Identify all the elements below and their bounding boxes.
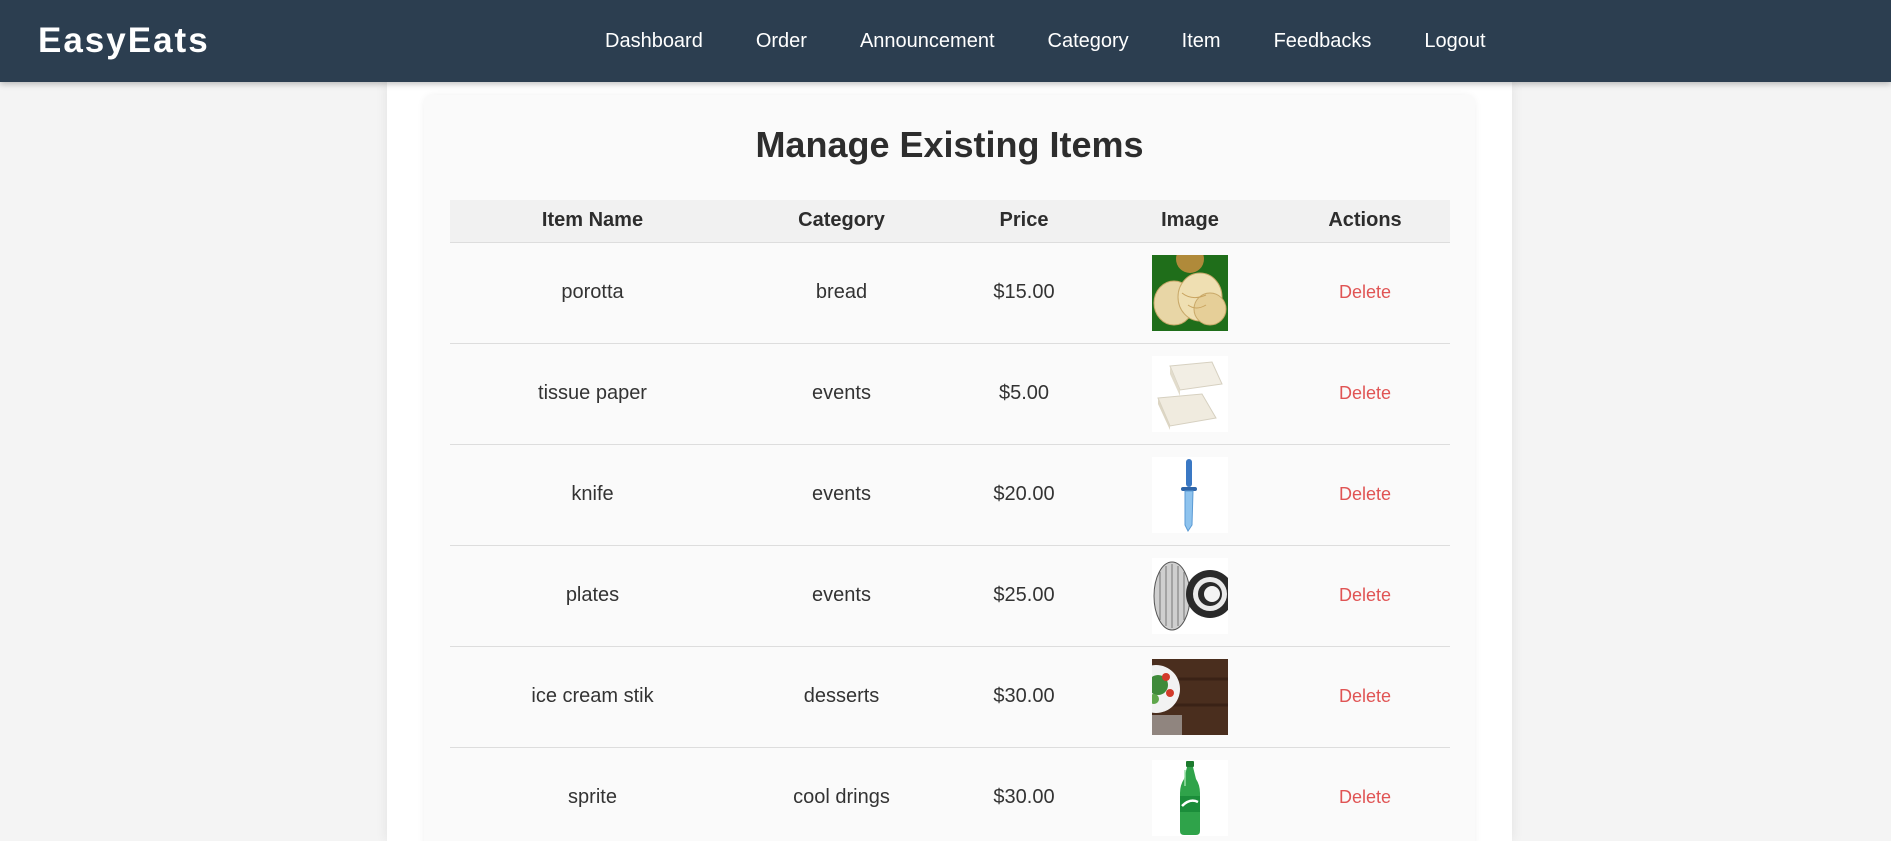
item-category: events [812, 584, 871, 606]
delete-button[interactable]: Delete [1339, 686, 1391, 706]
header-actions: Actions [1280, 200, 1450, 243]
items-table: Item Name Category Price Image Actions p… [450, 200, 1450, 841]
item-name: sprite [568, 786, 617, 808]
delete-button[interactable]: Delete [1339, 585, 1391, 605]
item-price: $20.00 [993, 483, 1055, 505]
item-price: $30.00 [993, 786, 1055, 808]
item-name: ice cream stik [531, 685, 654, 707]
table-row: plates events $25.00 Delete [450, 545, 1450, 646]
nav-order[interactable]: Order [756, 29, 807, 53]
nav-logout[interactable]: Logout [1424, 29, 1485, 53]
delete-button[interactable]: Delete [1339, 383, 1391, 403]
delete-button[interactable]: Delete [1339, 282, 1391, 302]
nav-category[interactable]: Category [1048, 29, 1129, 53]
item-category: desserts [803, 685, 880, 707]
item-category: cool drings [793, 786, 890, 808]
nav-dashboard[interactable]: Dashboard [605, 29, 703, 53]
salad-bowl-image [1152, 658, 1228, 735]
porotta-image [1152, 254, 1228, 331]
item-price: $15.00 [993, 281, 1055, 303]
tissue-paper-image [1152, 355, 1228, 432]
item-category: events [812, 382, 871, 404]
nav-feedbacks[interactable]: Feedbacks [1274, 29, 1372, 53]
header-price: Price [948, 200, 1100, 243]
item-price: $30.00 [993, 685, 1055, 707]
table-row: ice cream stik desserts $30.00 Delete [450, 646, 1450, 747]
page-title: Manage Existing Items [755, 124, 1144, 165]
item-category: events [812, 483, 871, 505]
table-row: knife events $20.00 Delete [450, 444, 1450, 545]
nav-announcement[interactable]: Announcement [860, 29, 995, 53]
delete-button[interactable]: Delete [1339, 484, 1391, 504]
table-row: porotta bread $15.00 Delete [450, 242, 1450, 343]
knife-image [1152, 456, 1228, 533]
item-name: porotta [561, 281, 624, 303]
item-price: $25.00 [993, 584, 1055, 606]
brand-logo[interactable]: EasyEats [38, 21, 210, 61]
table-row: sprite cool drings $30.00 Delete [450, 747, 1450, 841]
sprite-bottle-image [1152, 759, 1228, 836]
item-name: plates [565, 584, 620, 606]
item-category: bread [815, 281, 868, 303]
header-image: Image [1100, 200, 1280, 243]
items-panel: Manage Existing Items Item Name Category… [424, 95, 1475, 841]
delete-button[interactable]: Delete [1339, 787, 1391, 807]
top-navbar: EasyEats Dashboard Order Announcement Ca… [0, 0, 1891, 82]
table-row: tissue paper events $5.00 Delete [450, 343, 1450, 444]
item-price: $5.00 [998, 382, 1050, 404]
table-header-row: Item Name Category Price Image Actions [450, 200, 1450, 243]
plates-image [1152, 557, 1228, 634]
main-container: Manage Existing Items Item Name Category… [387, 82, 1512, 841]
header-category: Category [735, 200, 948, 243]
item-name: tissue paper [538, 382, 647, 404]
item-name: knife [571, 483, 614, 505]
header-item-name: Item Name [450, 200, 735, 243]
nav-item[interactable]: Item [1182, 29, 1221, 53]
nav-links: Dashboard Order Announcement Category It… [605, 0, 1539, 82]
